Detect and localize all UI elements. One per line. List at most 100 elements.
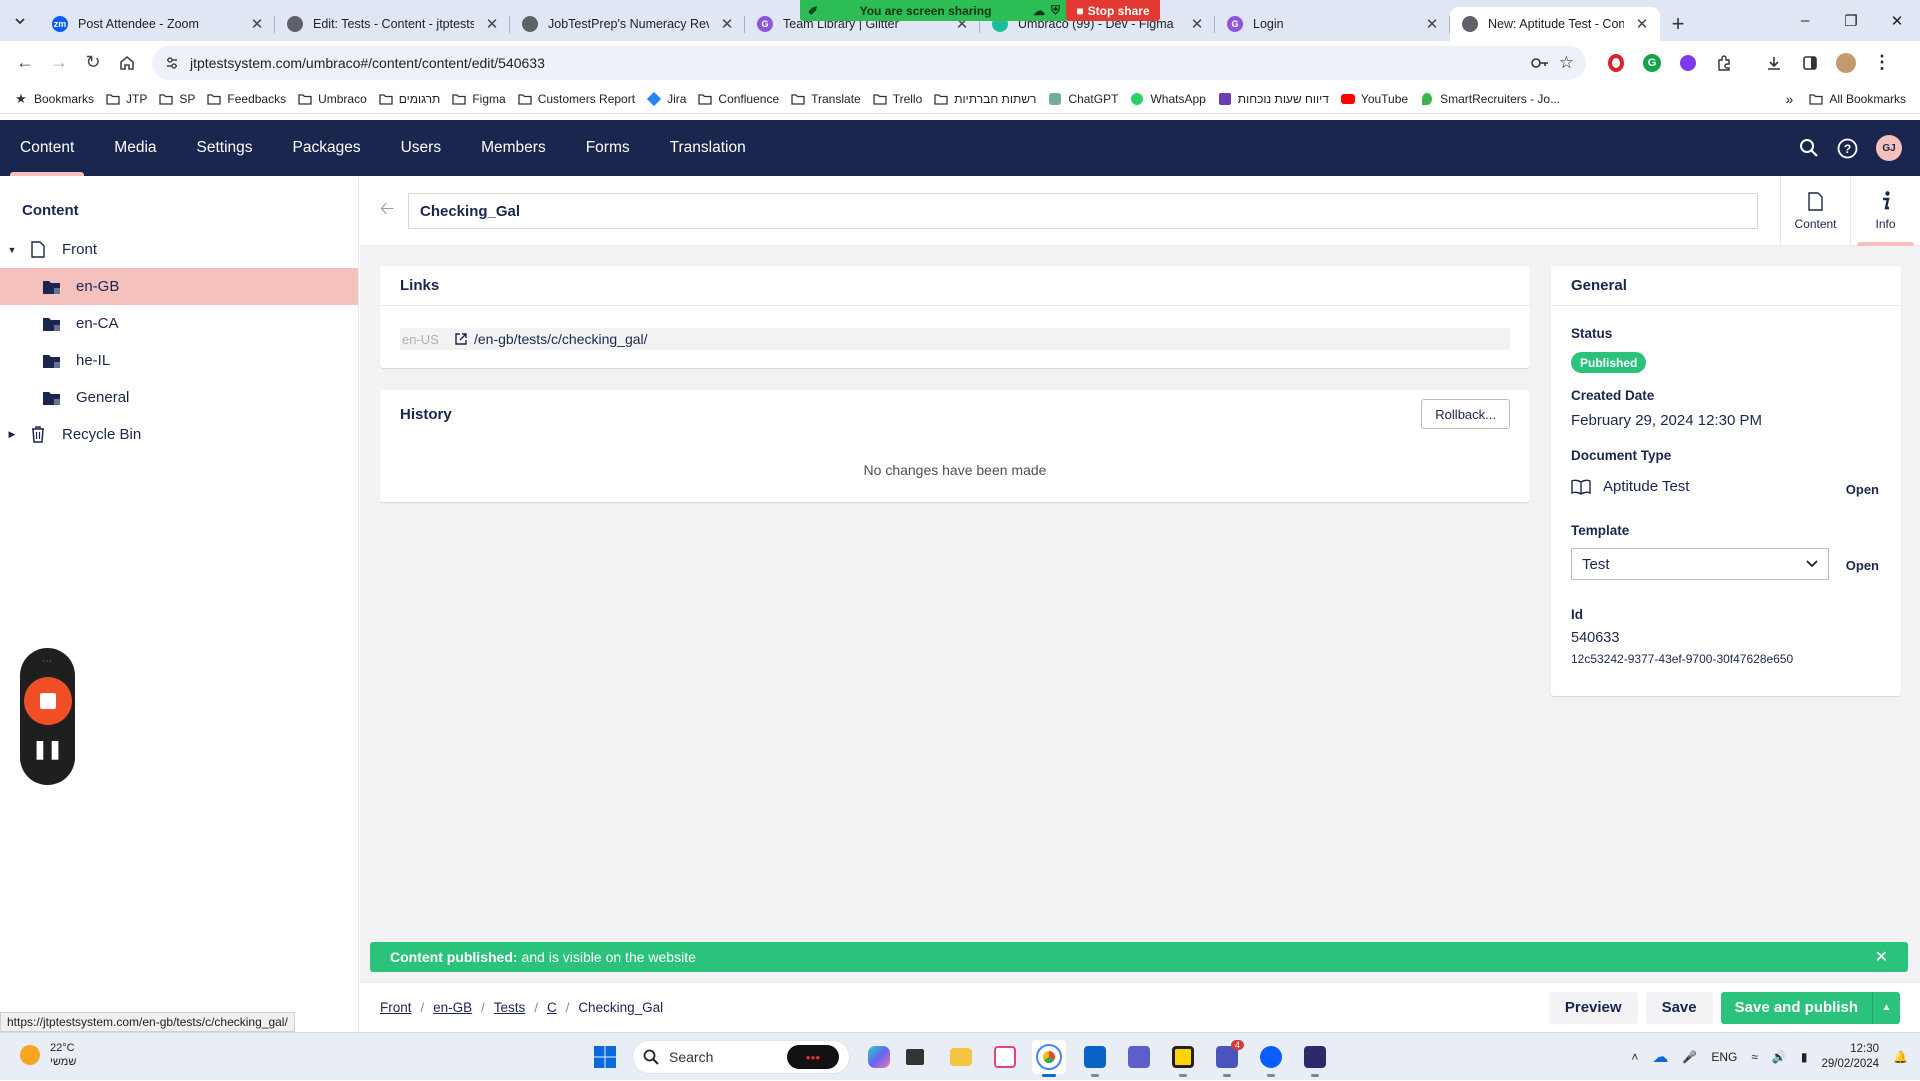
browser-tab[interactable]: New: Aptitude Test - Content - ✕ [1450,7,1660,41]
bookmark-item[interactable]: YouTube [1335,86,1414,112]
close-tab-icon[interactable]: ✕ [1189,15,1205,33]
browser-menu-icon[interactable]: ⋮ [1866,47,1898,79]
file-explorer-app[interactable] [944,1040,978,1074]
open-document-type-link[interactable]: Open [1846,482,1879,497]
language-indicator[interactable]: ENG [1711,1050,1737,1064]
minimize-button[interactable]: – [1782,0,1828,41]
notifications-bell-icon[interactable]: 🔔 [1893,1050,1908,1064]
password-key-icon[interactable] [1530,57,1549,69]
user-avatar[interactable]: GJ [1876,135,1902,161]
reload-button[interactable]: ↻ [76,46,110,80]
search-icon[interactable] [1799,138,1819,158]
purple-extension-icon[interactable] [1672,47,1704,79]
bookmarks-overflow-button[interactable]: » [1776,91,1804,107]
address-bar[interactable]: jtptestsystem.com/umbraco#/content/conte… [152,45,1586,80]
chevron-up-icon[interactable]: ˄ [1631,1050,1638,1064]
bookmark-item[interactable]: Umbraco [292,86,373,112]
rollback-button[interactable]: Rollback... [1421,399,1510,429]
template-select[interactable]: Test [1571,548,1829,580]
close-icon[interactable]: ✕ [1875,947,1888,967]
snipping-tool-app[interactable] [988,1040,1022,1074]
caret-down-icon[interactable]: ▼ [6,245,18,255]
app-tab-info[interactable]: Info [1850,176,1920,246]
section-tab-packages[interactable]: Packages [273,120,381,176]
home-button[interactable] [110,46,144,80]
help-icon[interactable]: ? [1837,138,1858,159]
download-icon[interactable] [1758,47,1790,79]
forward-button[interactable]: → [42,46,76,80]
new-tab-button[interactable]: + [1660,7,1696,41]
grammarly-extension-icon[interactable]: G [1636,47,1668,79]
browser-tab[interactable]: JobTestPrep's Numeracy Review ✕ [510,7,745,41]
tree-item[interactable]: ▶ Recycle Bin [0,416,358,453]
back-button[interactable]: 🡠 [374,198,400,224]
tab-search-button[interactable] [0,0,40,41]
publish-options-button[interactable]: ▲ [1872,991,1900,1024]
bookmark-item[interactable]: רשתות חברתיות [928,86,1042,112]
profile-avatar-icon[interactable] [1830,47,1862,79]
tree-item[interactable]: en-CA [0,305,358,342]
breadcrumb-item[interactable]: Front [380,1000,412,1015]
bookmark-item[interactable]: Trello [867,86,929,112]
tree-item[interactable]: ▼ Front [0,231,358,268]
link-row[interactable]: en-US /en-gb/tests/c/checking_gal/ [400,328,1510,350]
screen-recorder-app[interactable] [1298,1040,1332,1077]
close-tab-icon[interactable]: ✕ [1634,15,1650,33]
taskbar-search[interactable]: Search ●●● [632,1040,850,1074]
browser-tab[interactable]: zm Post Attendee - Zoom ✕ [40,7,275,41]
browser-tab[interactable]: G Login ✕ [1215,7,1450,41]
tree-item[interactable]: en-GB [0,268,358,305]
teams-app[interactable] [1122,1040,1156,1074]
site-info-icon[interactable] [164,55,180,71]
zoom-app[interactable] [1254,1040,1288,1077]
volume-icon[interactable]: 🔊 [1772,1050,1787,1064]
task-view-app[interactable] [898,1040,932,1074]
section-tab-users[interactable]: Users [381,120,461,176]
battery-icon[interactable]: ▮ [1801,1050,1808,1064]
stop-recording-button[interactable] [23,677,72,725]
bookmark-item[interactable]: JTP [100,86,153,112]
outlook-app[interactable] [1078,1040,1112,1077]
open-template-link[interactable]: Open [1846,558,1879,573]
chrome-app[interactable] [1032,1040,1066,1077]
teams-new-app[interactable]: 4 [1210,1040,1244,1077]
wifi-icon[interactable]: ≈ [1751,1050,1758,1064]
tree-item[interactable]: General [0,379,358,416]
all-bookmarks-button[interactable]: All Bookmarks [1803,86,1912,112]
bookmark-item[interactable]: Jira [641,86,692,112]
stop-share-button[interactable]: ■ Stop share [1066,0,1160,21]
bookmark-item[interactable]: SP [153,86,201,112]
close-tab-icon[interactable]: ✕ [719,15,735,33]
drag-handle-icon[interactable]: ⋯ [42,656,53,667]
start-button[interactable] [593,1045,617,1072]
browser-tab[interactable]: Edit: Tests - Content - jtptestsy ✕ [275,7,510,41]
bookmark-item[interactable]: Feedbacks [201,86,292,112]
tree-item[interactable]: he-IL [0,342,358,379]
breadcrumb-item[interactable]: C [547,1000,557,1015]
clock[interactable]: 12:30 29/02/2024 [1821,1042,1879,1072]
bookmark-star-icon[interactable]: ☆ [1559,53,1574,73]
restore-button[interactable]: ❐ [1828,0,1874,41]
bookmark-item[interactable]: WhatsApp [1124,86,1211,112]
section-tab-media[interactable]: Media [94,120,176,176]
bookmark-item[interactable]: Customers Report [512,86,641,112]
section-tab-settings[interactable]: Settings [177,120,273,176]
bookmark-item[interactable]: ChatGPT [1042,86,1124,112]
section-tab-forms[interactable]: Forms [566,120,650,176]
document-name-input[interactable] [408,193,1758,229]
bookmark-item[interactable]: Translate [785,86,867,112]
section-tab-translation[interactable]: Translation [650,120,766,176]
close-tab-icon[interactable]: ✕ [484,15,500,33]
close-tab-icon[interactable]: ✕ [1424,15,1440,33]
bookmark-item[interactable]: תרגומים [373,86,447,112]
puzzle-extensions-icon[interactable] [1708,47,1740,79]
breadcrumb-item[interactable]: en-GB [433,1000,472,1015]
back-button[interactable]: ← [8,46,42,80]
bookmark-item[interactable]: SmartRecruiters - Jo... [1414,86,1566,112]
save-button[interactable]: Save [1645,991,1713,1024]
caret-right-icon[interactable]: ▶ [6,429,18,440]
preview-button[interactable]: Preview [1548,991,1638,1024]
side-panel-icon[interactable] [1794,47,1826,79]
section-tab-members[interactable]: Members [461,120,566,176]
opera-extension-icon[interactable] [1600,47,1632,79]
